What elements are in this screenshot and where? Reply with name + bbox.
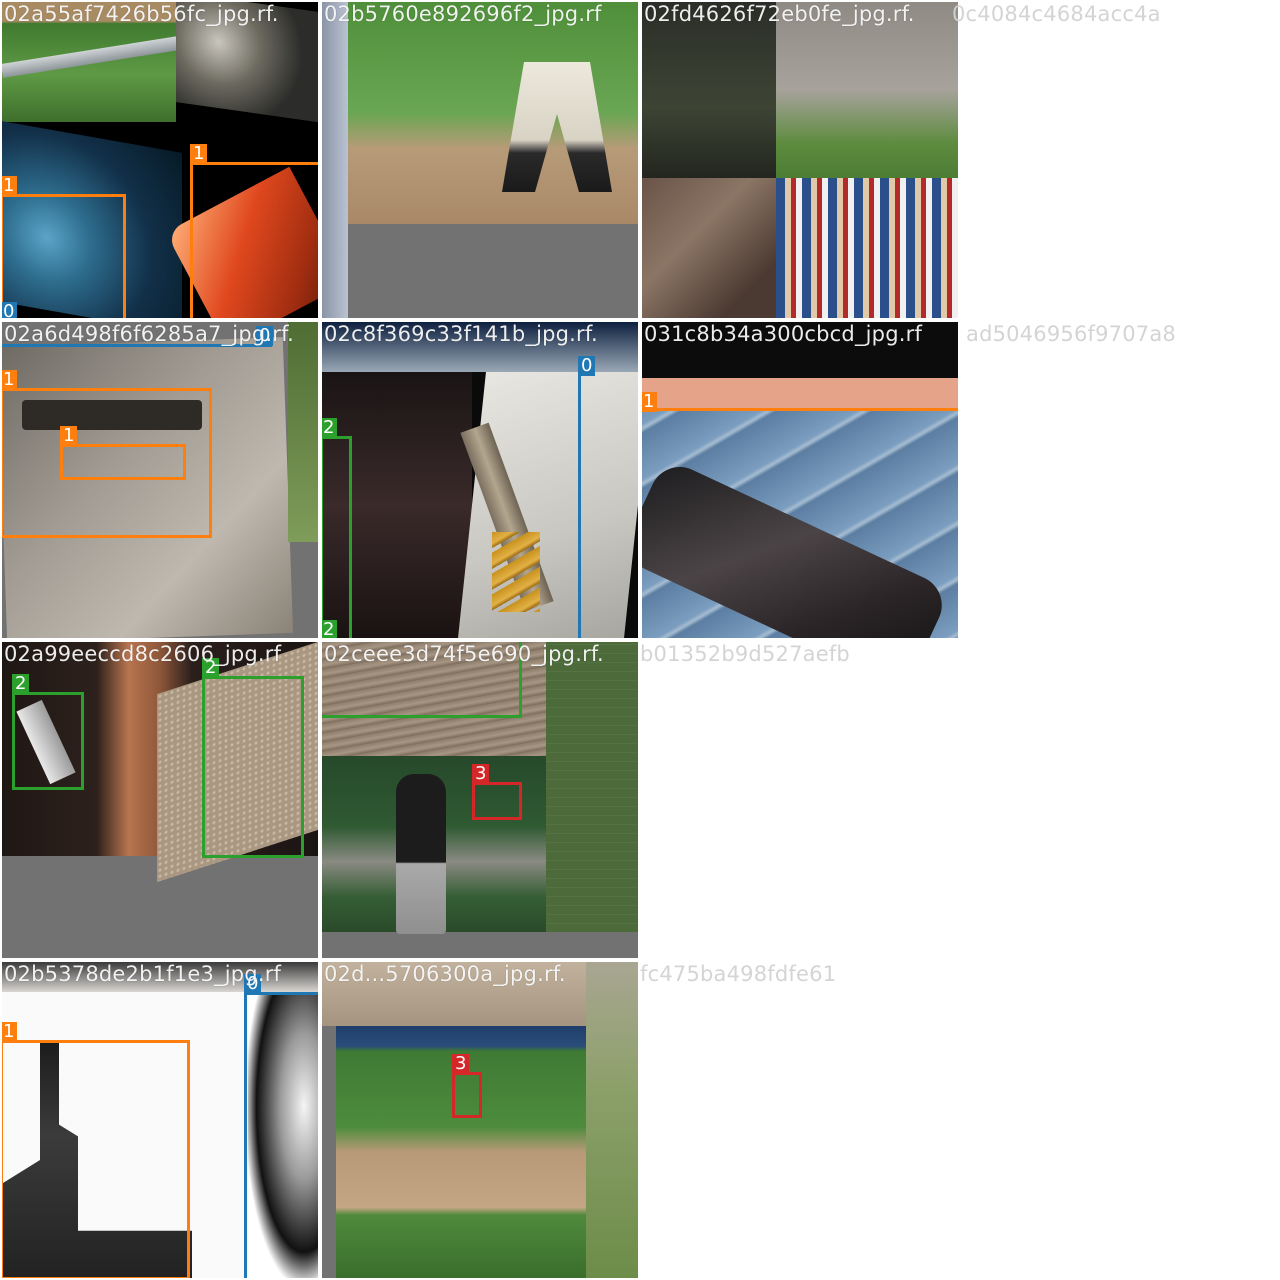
dark-field-image <box>642 2 776 178</box>
tile-filename: 02ceee3d74f5e690_jpg.rf. <box>324 642 604 666</box>
bounding-box <box>2 194 126 318</box>
box-class-label: 1 <box>60 426 78 446</box>
box-class-label: 2 <box>322 620 338 638</box>
bounding-box <box>578 374 638 638</box>
mosaic-tile: 1 1 0 <box>2 322 318 638</box>
tile-filename: 02a55af7426b56fc_jpg.rf. <box>4 2 279 26</box>
dugout-wall-image <box>322 2 348 318</box>
box-class-label: 1 <box>642 392 658 412</box>
bounding-box <box>244 992 318 1278</box>
box-class-label: 2 <box>12 674 30 694</box>
box-class-label: 0 <box>2 302 18 318</box>
bounding-box <box>12 692 84 790</box>
foliage-image <box>288 322 318 542</box>
mosaic-tile: 3 <box>322 642 638 958</box>
crowd-stands-image <box>776 178 958 318</box>
mosaic-tile <box>642 2 958 318</box>
tile-filename: 02c8f369c33f141b_jpg.rf. <box>324 322 598 346</box>
tile-filename: 02a6d498f6f6285a7_jpg.rf. <box>4 322 295 346</box>
mosaic-tile: 0 2 2 <box>322 322 638 638</box>
mosaic-tile: 1 <box>642 322 958 638</box>
box-class-label: 3 <box>452 1054 470 1074</box>
bounding-box <box>190 162 318 318</box>
box-class-label: 2 <box>322 418 338 438</box>
bounding-box <box>472 782 522 820</box>
box-class-label: 1 <box>2 370 18 390</box>
mosaic-tile: 1 0 <box>2 962 318 1278</box>
box-class-label: 1 <box>2 1022 18 1042</box>
tile-filename-suffix: 0c4084c4684acc4a <box>952 2 1161 26</box>
mosaic-tile: 2 2 <box>2 642 318 958</box>
netting-image <box>546 642 638 932</box>
tile-filename: 031c8b34a300cbcd_jpg.rf <box>644 322 923 346</box>
box-class-label: 3 <box>472 764 490 784</box>
bullets-image <box>492 532 540 612</box>
mosaic-tile: 1 1 0 <box>2 2 318 318</box>
tile-filename: 02fd4626f72eb0fe_jpg.rf. <box>644 2 915 26</box>
orange-ground-image <box>642 378 958 408</box>
tile-filename-suffix: fc475ba498fdfe61 <box>640 962 837 986</box>
mosaic-tile <box>322 2 638 318</box>
box-class-label: 0 <box>578 356 596 376</box>
bounding-box <box>322 436 352 638</box>
tile-filename: 02b5760e892696f2_jpg.rf <box>324 2 602 26</box>
bounding-box <box>642 408 958 638</box>
tile-filename-suffix: b01352b9d527aefb <box>640 642 850 666</box>
grass-strip-image <box>586 962 638 1278</box>
box-class-label: 1 <box>190 144 208 164</box>
tile-filename-suffix: ad5046956f9707a8 <box>966 322 1176 346</box>
tile-filename: 02d...5706300a_jpg.rf. <box>324 962 566 986</box>
pitcher-legs-image <box>776 2 958 178</box>
pixelated-closeup-image <box>642 178 776 318</box>
bounding-box <box>2 1040 190 1278</box>
bounding-box <box>452 1072 482 1118</box>
box-class-label: 1 <box>2 176 18 196</box>
batter-figure-image <box>396 774 446 934</box>
tile-filename: 02a99eeccd8c2606_jpg.rf <box>4 642 282 666</box>
mosaic-tile: 3 <box>322 962 638 1278</box>
tile-filename: 02b5378de2b1f1e3_jpg.rf <box>4 962 282 986</box>
bounding-box <box>60 444 186 480</box>
bounding-box <box>202 676 304 858</box>
